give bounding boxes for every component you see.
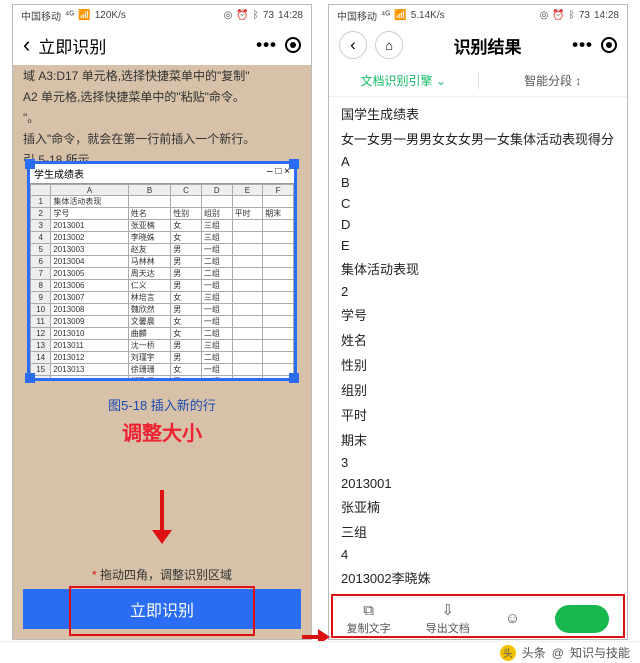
back-button[interactable]: ‹ [23,32,30,58]
crop-handle-br[interactable] [289,373,299,383]
result-line: 三组 [341,519,615,544]
arrow-down-icon [152,490,172,544]
wifi-icon: 📶 [394,10,406,21]
battery-pct: 73 [579,10,590,21]
result-line: 3 [341,452,615,473]
result-line: 张亚楠 [341,494,615,519]
carrier-label: 中国移动 [21,8,61,23]
author-label: 知识与技能 [570,644,630,661]
result-line: 集体活动表现 [341,256,615,281]
crop-handle-tr[interactable] [289,159,299,169]
window-buttons: – □ × [267,166,290,181]
carrier-label: 中国移动 [337,8,377,23]
result-line: 2 [341,281,615,302]
header-left: ‹ 立即识别 ••• [13,25,311,65]
result-line: 学号 [341,302,615,327]
bluetooth-icon: ᛒ [253,10,259,21]
tab-engine[interactable]: 文档识别引擎 ⌄ [329,72,479,89]
spreadsheet-table: ABCDEF1集体活动表现2学号姓名性别组别平时期末32013001张亚楠女三组… [30,184,294,378]
alarm-icon: ⏰ [236,10,248,21]
signal-icon: ⁴ᴳ [65,10,74,21]
result-line: 国学生成绩表 [341,101,615,126]
drag-hint: * 拖动四角，调整识别区域 [13,566,311,583]
wifi-icon: 📶 [78,10,90,21]
result-line: 期末 [341,427,615,452]
home-button[interactable]: ⌂ [375,31,403,59]
ocr-results[interactable]: 国学生成绩表女一女男一男男女女女男一女集体活动表现得分ABCDE集体活动表现2学… [329,97,627,597]
result-line: D [341,214,615,235]
phone-left: 中国移动 ⁴ᴳ 📶 120K/s ◎ ⏰ ᛒ 73 14:28 ‹ 立即识别 •… [12,4,312,640]
header-right: ‹ ⌂ 识别结果 ••• [329,25,627,65]
result-line: 女一女男一男男女女女男一女集体活动表现得分 [341,126,615,151]
eye-icon: ◎ [224,10,233,21]
doc-text: A2 单元格,选择快捷菜单中的"粘贴"命令。 [13,86,311,107]
alarm-icon: ⏰ [552,10,564,21]
more-icon[interactable]: ••• [256,35,277,55]
eye-icon: ◎ [540,10,549,21]
result-line: 平时 [341,402,615,427]
result-line: 4 [341,544,615,565]
spreadsheet-preview: 学生成绩表 – □ × ABCDEF1集体活动表现2学号姓名性别组别平时期末32… [30,164,294,378]
page-title: 立即识别 [38,33,106,58]
result-line: 组别 [341,377,615,402]
crop-handle-tl[interactable] [25,159,35,169]
doc-text: 域 A3:D17 单元格,选择快捷菜单中的"复制" [13,65,311,86]
bluetooth-icon: ᛒ [569,10,575,21]
battery-pct: 73 [263,10,274,21]
site-label: 头条 [522,644,546,661]
sheet-title: 学生成绩表 [34,166,84,181]
net-speed: 5.14K/s [411,10,445,21]
more-icon[interactable]: ••• [572,35,593,55]
clock: 14:28 [594,10,619,21]
phone-right: 中国移动 ⁴ᴳ 📶 5.14K/s ◎ ⏰ ᛒ 73 14:28 ‹ ⌂ 识别结… [328,4,628,640]
result-line: 姓名 [341,327,615,352]
crop-selection[interactable]: 学生成绩表 – □ × ABCDEF1集体活动表现2学号姓名性别组别平时期末32… [27,161,297,381]
resize-label: 调整大小 [13,417,311,446]
target-icon[interactable] [601,37,617,53]
result-line: B [341,172,615,193]
highlight-box [69,586,255,636]
status-bar: 中国移动 ⁴ᴳ 📶 5.14K/s ◎ ⏰ ᛒ 73 14:28 [329,5,627,25]
page-title: 识别结果 [411,33,564,58]
result-line: 性别 [341,352,615,377]
result-line: 2013002李晓姝 [341,565,615,590]
clock: 14:28 [278,10,303,21]
doc-text: 插入"命令，就会在第一行前插入一个新行。 [13,128,311,149]
back-button[interactable]: ‹ [339,31,367,59]
crop-handle-bl[interactable] [25,373,35,383]
attribution-bar: 头 头条 @ 知识与技能 [0,641,640,663]
highlight-box [331,594,625,638]
figure-caption: 图5-18 插入新的行 [13,395,311,414]
net-speed: 120K/s [95,10,126,21]
camera-preview: 域 A3:D17 单元格,选择快捷菜单中的"复制" A2 单元格,选择快捷菜单中… [13,65,311,639]
result-line: 2013001 [341,473,615,494]
avatar-icon: 头 [500,645,516,661]
result-line: E [341,235,615,256]
doc-text: "。 [13,107,311,128]
result-line: A [341,151,615,172]
result-line: C [341,193,615,214]
target-icon[interactable] [285,37,301,53]
signal-icon: ⁴ᴳ [381,10,390,21]
sub-nav: 文档识别引擎 ⌄ 智能分段 ↕ [329,65,627,97]
tab-segment[interactable]: 智能分段 ↕ [479,72,628,89]
status-bar: 中国移动 ⁴ᴳ 📶 120K/s ◎ ⏰ ᛒ 73 14:28 [13,5,311,25]
